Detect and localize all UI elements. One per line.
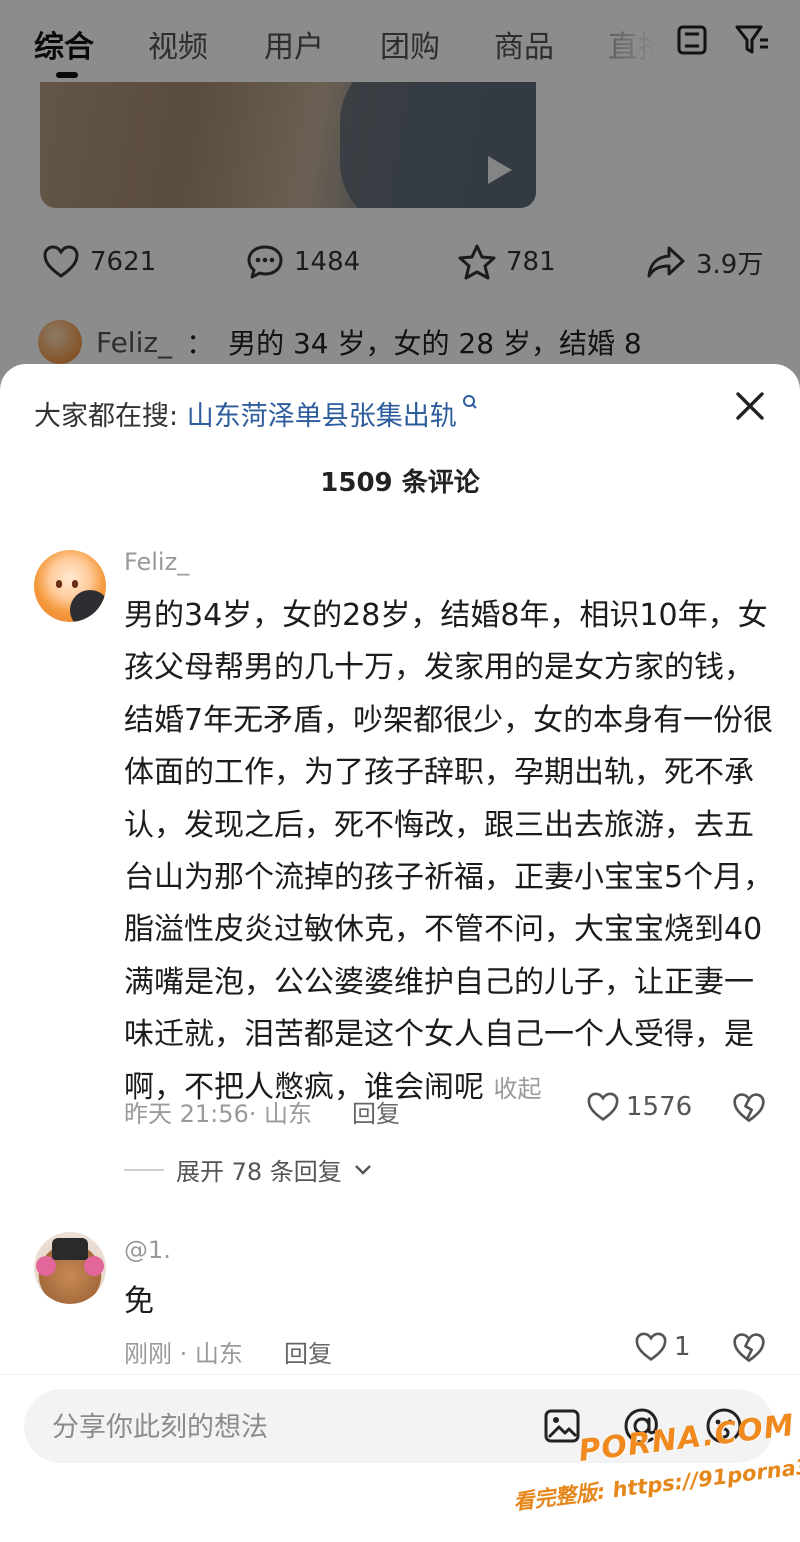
chevron-down-icon: [354, 1164, 371, 1175]
trending-search: 大家都在搜: 山东菏泽单县张集出轨: [34, 394, 694, 433]
avatar-flower: [36, 1256, 56, 1276]
expand-replies[interactable]: 展开 78 条回复: [124, 1152, 372, 1187]
comment-author[interactable]: @1.: [124, 1236, 171, 1264]
comment-like-count: 1576: [626, 1092, 693, 1122]
background-page: 综合 视频 用户 团购 商品 直播 7621 1484 781 3.9万 Fel…: [0, 0, 800, 400]
comments-sheet: 大家都在搜: 山东菏泽单县张集出轨 1509 条评论 Feliz_ 男的34岁，…: [0, 364, 800, 1542]
search-icon[interactable]: [457, 395, 479, 417]
avatar-flower: [84, 1256, 104, 1276]
avatar-eye: [56, 580, 62, 588]
expand-replies-label: 展开 78 条回复: [176, 1158, 342, 1186]
comment-text: 男的34岁，女的28岁，结婚8年，相识10年，女孩父母帮男的几十万，发家用的是女…: [124, 590, 774, 1115]
comment-meta: 昨天 21:56· 山东: [124, 1100, 313, 1128]
dim-overlay[interactable]: [0, 0, 800, 400]
reply-button[interactable]: 回复: [284, 1334, 332, 1369]
comment-text-content: 男的34岁，女的28岁，结婚8年，相识10年，女孩父母帮男的几十万，发家用的是女…: [124, 598, 774, 1105]
avatar[interactable]: [34, 1232, 106, 1304]
comment-like-button[interactable]: 1: [634, 1332, 691, 1362]
comment-like-count: 1: [674, 1332, 691, 1362]
expand-divider: [124, 1168, 164, 1171]
avatar-hood: [70, 590, 106, 622]
avatar-eye: [72, 580, 78, 588]
heart-icon: [635, 1332, 667, 1361]
comment-author[interactable]: Feliz_: [124, 548, 189, 576]
reply-button[interactable]: 回复: [352, 1094, 400, 1129]
comment-count-title: 1509 条评论: [320, 468, 480, 498]
trending-search-link[interactable]: 山东菏泽单县张集出轨: [187, 401, 457, 432]
comment-input-bar: [0, 1374, 800, 1542]
close-icon[interactable]: [732, 388, 768, 424]
comment-text: 免: [124, 1284, 154, 1319]
comment-meta: 刚刚 · 山东: [124, 1340, 243, 1368]
avatar-hat: [52, 1238, 88, 1260]
heart-icon: [587, 1092, 619, 1121]
broken-heart-icon[interactable]: [732, 1332, 766, 1368]
collapse-link[interactable]: 收起: [494, 1075, 542, 1103]
trending-search-prefix: 大家都在搜:: [34, 401, 179, 432]
avatar[interactable]: [34, 550, 106, 622]
comment-like-button[interactable]: 1576: [586, 1092, 692, 1122]
image-icon[interactable]: [542, 1406, 582, 1446]
comment-input[interactable]: [50, 1389, 514, 1465]
broken-heart-icon[interactable]: [732, 1092, 766, 1128]
